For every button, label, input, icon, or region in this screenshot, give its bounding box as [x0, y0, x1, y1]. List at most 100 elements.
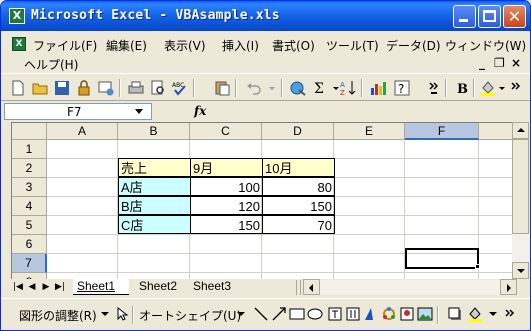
fill-handle[interactable] — [475, 264, 480, 269]
close-button[interactable]: ✕ — [503, 5, 526, 28]
menu-tools[interactable]: ツール(T) — [326, 37, 379, 54]
column-header-d[interactable]: D — [262, 123, 334, 140]
line-icon[interactable] — [253, 306, 269, 322]
scroll-up-button[interactable] — [512, 122, 529, 139]
spelling-check-icon[interactable]: ABC — [171, 79, 189, 97]
diagram-icon[interactable] — [381, 306, 397, 322]
chevron-down-icon[interactable] — [135, 109, 143, 114]
workbook-icon[interactable]: X — [12, 37, 26, 51]
undo-icon[interactable] — [245, 79, 263, 97]
row-header-7[interactable]: 7 — [12, 254, 47, 273]
row-header-3[interactable]: 3 — [12, 178, 47, 197]
column-header-e[interactable]: E — [334, 123, 405, 140]
scroll-left-button[interactable] — [303, 279, 320, 295]
print-preview-icon[interactable] — [149, 79, 167, 97]
shadow-style-icon[interactable] — [447, 306, 463, 322]
formula-input[interactable] — [214, 103, 528, 120]
chevron-down-icon[interactable] — [233, 306, 249, 322]
cell-C4[interactable]: 120 — [190, 196, 263, 215]
cell-B4[interactable]: B店 — [118, 196, 191, 215]
menu-help[interactable]: ヘルプ(H) — [24, 56, 78, 73]
column-header-f[interactable]: F — [405, 123, 479, 140]
insert-function-button[interactable]: fx — [194, 104, 206, 118]
scroll-right-button[interactable] — [500, 279, 517, 295]
fill-color-icon[interactable] — [467, 306, 483, 322]
permission-icon[interactable] — [75, 79, 93, 97]
menu-view[interactable]: 表示(V) — [164, 37, 206, 54]
first-sheet-button[interactable]: |◀ — [11, 280, 25, 295]
new-document-icon[interactable] — [9, 79, 27, 97]
scroll-down-button[interactable] — [512, 262, 529, 279]
cell-D3[interactable]: 80 — [262, 177, 335, 196]
open-folder-icon[interactable] — [31, 79, 49, 97]
menu-window[interactable]: ウィンドウ(W) — [445, 37, 526, 54]
menu-insert[interactable]: 挿入(I) — [222, 37, 259, 54]
menu-file[interactable]: ファイル(F) — [33, 37, 97, 54]
paste-icon[interactable] — [213, 79, 231, 97]
column-header-overflow[interactable] — [479, 123, 512, 140]
vertical-scroll-thumb[interactable] — [512, 139, 529, 234]
column-header-a[interactable]: A — [47, 123, 118, 140]
rectangle-icon[interactable] — [289, 306, 305, 322]
arrow-icon[interactable] — [271, 306, 287, 322]
column-header-b[interactable]: B — [118, 123, 190, 140]
oval-icon[interactable] — [307, 306, 323, 322]
sheet-tab-sheet1[interactable]: Sheet1 — [73, 279, 129, 295]
next-sheet-button[interactable]: ▶ — [39, 280, 53, 295]
mdi-restore-button[interactable]: ❐ — [494, 56, 505, 70]
cell-C2[interactable]: 9月 — [190, 158, 263, 177]
sheet-tab-sheet3[interactable]: Sheet3 — [189, 279, 243, 295]
chevron-down-icon[interactable] — [485, 306, 501, 322]
chevron-down-icon[interactable] — [97, 306, 113, 322]
mdi-minimize-button[interactable]: _ — [479, 56, 485, 70]
save-icon[interactable] — [53, 79, 71, 97]
text-box-icon[interactable] — [327, 306, 343, 322]
mdi-close-button[interactable]: × — [511, 56, 521, 70]
sort-ascending-icon[interactable]: AZ — [339, 79, 357, 97]
vertical-scrollbar[interactable] — [512, 122, 529, 279]
select-all-button[interactable] — [12, 123, 47, 140]
email-icon[interactable] — [97, 79, 115, 97]
tab-split-handle[interactable] — [296, 280, 301, 295]
minimize-button[interactable] — [453, 5, 476, 28]
cell-C3[interactable]: 100 — [190, 177, 263, 196]
toolbar-overflow-icon[interactable] — [425, 79, 443, 97]
chart-wizard-icon[interactable] — [369, 79, 387, 97]
undo-dropdown-icon[interactable] — [263, 79, 281, 97]
last-sheet-button[interactable]: ▶| — [53, 280, 67, 295]
toolbar-overflow-icon-2[interactable] — [509, 79, 527, 97]
hyperlink-icon[interactable] — [289, 79, 307, 97]
maximize-button[interactable] — [478, 5, 501, 28]
insert-picture-icon[interactable] — [417, 306, 433, 322]
cell-D2[interactable]: 10月 — [262, 158, 335, 177]
vertical-text-box-icon[interactable] — [345, 306, 361, 322]
excel-app-icon[interactable]: X — [9, 8, 25, 24]
row-header-2[interactable]: 2 — [12, 159, 47, 178]
horizontal-scrollbar[interactable] — [303, 279, 517, 295]
menu-format[interactable]: 書式(O) — [272, 37, 315, 54]
row-header-5[interactable]: 5 — [12, 216, 47, 235]
cell-B2[interactable]: 売上 — [118, 158, 191, 177]
worksheet-grid[interactable]: ABCDEF 12345678 売上 9月 10月 A店 100 80 B店 1… — [11, 122, 512, 279]
name-box[interactable]: F7 — [4, 103, 152, 120]
help-icon[interactable]: ? — [393, 79, 411, 97]
title-bar[interactable]: X Microsoft Excel - VBAsample.xls ✕ — [1, 1, 530, 31]
wordart-icon[interactable] — [363, 306, 379, 322]
active-cell-selection[interactable] — [405, 248, 479, 269]
cell-B5[interactable]: C店 — [118, 215, 191, 234]
sheet-tab-sheet2[interactable]: Sheet2 — [135, 279, 187, 295]
print-icon[interactable] — [127, 79, 145, 97]
menu-data[interactable]: データ(D) — [386, 37, 441, 54]
clip-art-icon[interactable] — [399, 306, 415, 322]
cell-D4[interactable]: 150 — [262, 196, 335, 215]
select-objects-icon[interactable] — [114, 306, 130, 322]
prev-sheet-button[interactable]: ◀ — [25, 280, 39, 295]
cell-C5[interactable]: 150 — [190, 215, 263, 234]
autoshape-menu-button[interactable]: オートシェイプ(U) — [139, 307, 241, 324]
draw-menu-button[interactable]: 図形の調整(R) — [19, 307, 97, 324]
row-header-1[interactable]: 1 — [12, 140, 47, 159]
cell-B3[interactable]: A店 — [118, 177, 191, 196]
row-header-4[interactable]: 4 — [12, 197, 47, 216]
toolbar-overflow-icon[interactable] — [503, 306, 519, 322]
bold-icon[interactable]: B — [453, 79, 471, 97]
